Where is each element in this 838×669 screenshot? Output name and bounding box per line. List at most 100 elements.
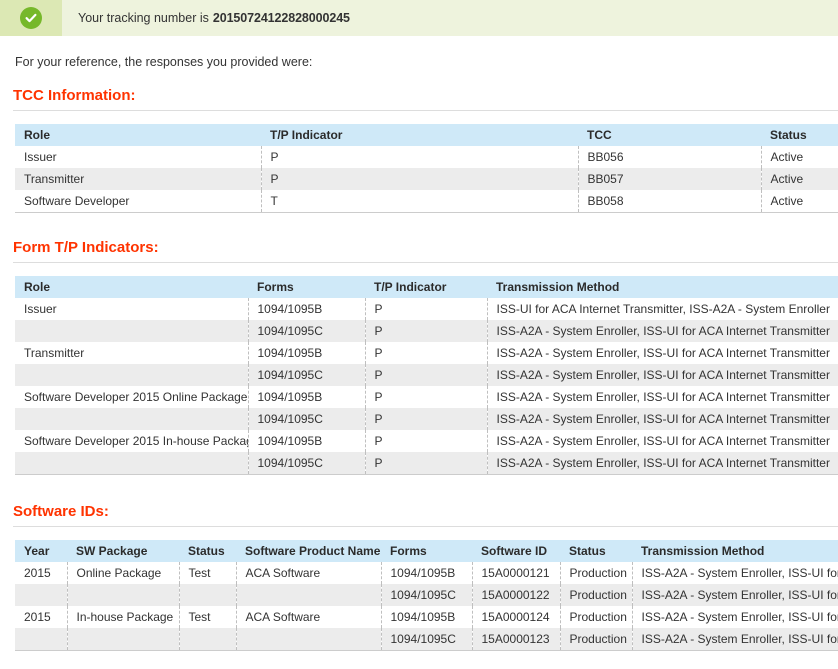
cell-year [15, 628, 67, 651]
cell-forms: 1094/1095C [247, 408, 365, 430]
column-header-forms: Forms [381, 540, 472, 562]
table-row: Transmitter 1094/1095B P ISS-A2A - Syste… [15, 342, 838, 364]
cell-id-status: Production [559, 584, 632, 606]
cell-role: Issuer [15, 298, 248, 320]
cell-forms: 1094/1095B [247, 342, 365, 364]
section-title-tcc: TCC Information: [13, 87, 136, 104]
cell-forms: 1094/1095B [247, 386, 365, 408]
check-circle-icon [20, 7, 42, 29]
cell-forms: 1094/1095C [380, 584, 472, 606]
cell-forms: 1094/1095C [247, 364, 365, 386]
section-tcc-information: TCC Information: Role T/P Indicator TCC … [0, 87, 838, 213]
cell-tp-indicator: P [364, 386, 487, 408]
cell-forms: 1094/1095C [380, 628, 472, 651]
section-software-ids: Software IDs: Year SW Package Status Sof… [0, 503, 838, 651]
tracking-label: Your tracking number is [78, 11, 209, 25]
section-title-form-tp: Form T/P Indicators: [13, 239, 159, 256]
column-header-forms: Forms [248, 276, 365, 298]
cell-role [15, 452, 248, 475]
cell-sw-package: Online Package [66, 562, 179, 584]
cell-id-status: Production [559, 562, 632, 584]
table-row: Software Developer 2015 Online Package 1… [15, 386, 838, 408]
cell-role: Software Developer [15, 190, 261, 213]
cell-tcc: BB056 [577, 146, 761, 168]
software-ids-table-clip: Year SW Package Status Software Product … [0, 527, 838, 651]
cell-transmission-method: ISS-A2A - System Enroller, ISS-UI for AC… [631, 562, 838, 584]
cell-tp-indicator: P [260, 168, 578, 190]
banner-message: Your tracking number is 2015072412282800… [62, 0, 350, 36]
cell-role [15, 320, 248, 342]
cell-tcc: BB058 [577, 190, 761, 213]
cell-sw-package: In-house Package [66, 606, 179, 628]
cell-forms: 1094/1095B [380, 562, 472, 584]
cell-tp-indicator: P [364, 408, 487, 430]
cell-software-id: 15A0000121 [471, 562, 560, 584]
cell-tp-indicator: P [364, 430, 487, 452]
cell-transmission-method: ISS-A2A - System Enroller, ISS-UI for AC… [486, 452, 838, 475]
cell-year [15, 584, 67, 606]
cell-id-status: Production [559, 606, 632, 628]
cell-tp-indicator: T [260, 190, 578, 213]
section-title-software-ids: Software IDs: [13, 503, 109, 520]
cell-transmission-method: ISS-A2A - System Enroller, ISS-UI for AC… [486, 386, 838, 408]
cell-transmission-method: ISS-A2A - System Enroller, ISS-UI for AC… [631, 606, 838, 628]
cell-software-product-name: ACA Software [235, 562, 381, 584]
cell-id-status: Production [559, 628, 632, 651]
column-header-software-product-name: Software Product Name [236, 540, 381, 562]
cell-transmission-method: ISS-A2A - System Enroller, ISS-UI for AC… [486, 342, 838, 364]
form-tp-indicators-table: Role Forms T/P Indicator Transmission Me… [15, 276, 838, 475]
table-row: Issuer P BB056 Active [15, 146, 838, 168]
cell-tp-indicator: P [364, 320, 487, 342]
cell-forms: 1094/1095C [247, 452, 365, 475]
cell-tp-indicator: P [364, 452, 487, 475]
cell-role [15, 364, 248, 386]
table-row: 1094/1095C P ISS-A2A - System Enroller, … [15, 408, 838, 430]
cell-transmission-method: ISS-A2A - System Enroller, ISS-UI for AC… [486, 364, 838, 386]
cell-status: Active [760, 168, 838, 190]
cell-transmission-method: ISS-A2A - System Enroller, ISS-UI for AC… [631, 628, 838, 651]
column-header-transmission-method: Transmission Method [632, 540, 838, 562]
column-header-role: Role [15, 276, 248, 298]
column-header-package-status: Status [179, 540, 236, 562]
cell-package-status: Test [178, 606, 236, 628]
cell-transmission-method: ISS-A2A - System Enroller, ISS-UI for AC… [486, 320, 838, 342]
table-row: 1094/1095C P ISS-A2A - System Enroller, … [15, 364, 838, 386]
cell-transmission-method: ISS-A2A - System Enroller, ISS-UI for AC… [486, 408, 838, 430]
section-divider [13, 110, 838, 111]
cell-status: Active [760, 146, 838, 168]
cell-forms: 1094/1095C [247, 320, 365, 342]
cell-software-product-name [235, 584, 381, 606]
table-row: 1094/1095C 15A0000123 Production ISS-A2A… [15, 628, 838, 651]
cell-role: Software Developer 2015 In-house Package [15, 430, 248, 452]
intro-text: For your reference, the responses you pr… [15, 55, 313, 69]
cell-tcc: BB057 [577, 168, 761, 190]
table-row: Issuer 1094/1095B P ISS-UI for ACA Inter… [15, 298, 838, 320]
cell-role: Issuer [15, 146, 261, 168]
cell-status: Active [760, 190, 838, 213]
table-header-row: Role Forms T/P Indicator Transmission Me… [15, 276, 838, 298]
cell-package-status [178, 584, 236, 606]
cell-role [15, 408, 248, 430]
cell-software-product-name [235, 628, 381, 651]
software-ids-table: Year SW Package Status Software Product … [15, 540, 838, 651]
column-header-sw-package: SW Package [67, 540, 179, 562]
column-header-tcc: TCC [578, 124, 761, 146]
cell-package-status: Test [178, 562, 236, 584]
table-row: 1094/1095C P ISS-A2A - System Enroller, … [15, 320, 838, 342]
cell-tp-indicator: P [364, 342, 487, 364]
table-row: 2015 In-house Package Test ACA Software … [15, 606, 838, 628]
table-row: 1094/1095C P ISS-A2A - System Enroller, … [15, 452, 838, 475]
tracking-number: 20150724122828000245 [212, 11, 350, 25]
cell-software-id: 15A0000122 [471, 584, 560, 606]
cell-tp-indicator: P [364, 298, 487, 320]
section-divider [13, 262, 838, 263]
cell-software-id: 15A0000124 [471, 606, 560, 628]
cell-year: 2015 [15, 562, 67, 584]
table-header-row: Role T/P Indicator TCC Status [15, 124, 838, 146]
table-row: Software Developer 2015 In-house Package… [15, 430, 838, 452]
banner-icon-cell [0, 0, 62, 36]
cell-role: Transmitter [15, 342, 248, 364]
tcc-information-table: Role T/P Indicator TCC Status Issuer P B… [15, 124, 838, 213]
column-header-id-status: Status [560, 540, 632, 562]
column-header-software-id: Software ID [472, 540, 560, 562]
